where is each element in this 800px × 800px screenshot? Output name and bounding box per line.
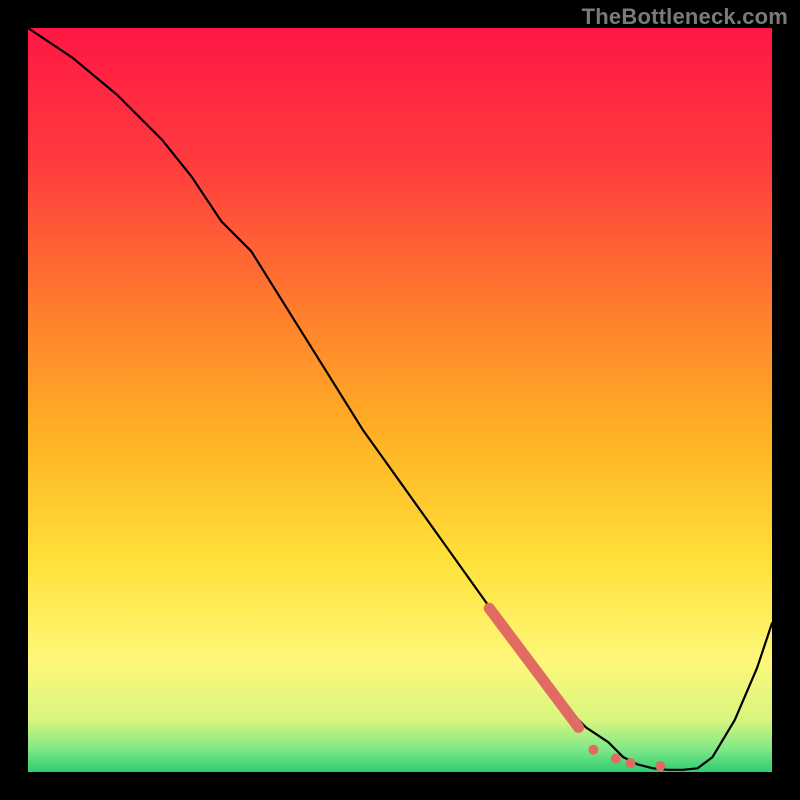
chart-frame: TheBottleneck.com: [0, 0, 800, 800]
highlight-dot: [588, 745, 598, 755]
highlight-dot: [655, 761, 665, 771]
plot-area: [28, 28, 772, 772]
bottleneck-chart: [0, 0, 800, 800]
highlight-dot: [611, 754, 621, 764]
highlight-dot: [626, 758, 636, 768]
